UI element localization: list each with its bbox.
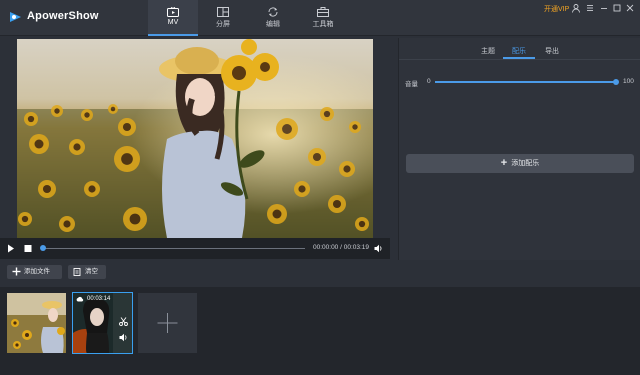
add-clip-slot[interactable]	[138, 293, 197, 353]
volume-slider[interactable]	[435, 81, 615, 83]
right-panel: 主题 配乐 导出 音量 0 100 + 添加配乐	[398, 38, 640, 260]
user-icon[interactable]	[571, 3, 581, 13]
clip-thumbnail-1[interactable]	[7, 293, 66, 353]
title-bar: ApowerShow MV 分屏 编辑 工具箱 开通VIP	[0, 0, 640, 36]
apowershow-logo-icon	[10, 12, 21, 22]
timeline-strip: 00:03:14	[0, 287, 640, 375]
clear-icon	[73, 268, 81, 276]
volume-label: 音量	[405, 81, 418, 88]
tab-edit-label: 编辑	[266, 21, 280, 28]
tab-split-screen-label: 分屏	[216, 21, 230, 28]
clear-button[interactable]: 清空	[68, 265, 106, 279]
plus-icon: +	[500, 157, 508, 169]
clear-label: 清空	[85, 268, 98, 275]
volume-icon[interactable]	[374, 244, 383, 253]
tab-edit[interactable]: 编辑	[248, 0, 298, 36]
sunflower-girl-image	[17, 39, 373, 238]
clip-volume-icon[interactable]	[119, 333, 128, 342]
tab-divider	[399, 59, 640, 60]
maximize-icon[interactable]	[612, 3, 622, 13]
split-screen-icon	[217, 7, 229, 17]
add-file-button[interactable]: 添加文件	[7, 265, 62, 279]
add-music-label: 添加配乐	[511, 160, 540, 167]
plus-icon	[12, 267, 21, 276]
tab-mv[interactable]: MV	[148, 0, 198, 36]
clip-duration: 00:03:14	[87, 296, 111, 302]
tab-mv-label: MV	[167, 19, 179, 26]
add-clip-plus-icon	[157, 313, 178, 333]
video-preview[interactable]	[17, 39, 373, 238]
player-controls: 00:00:00 / 00:03:19	[0, 238, 390, 259]
tab-theme[interactable]: 主题	[481, 46, 495, 56]
mv-icon	[167, 7, 179, 17]
minimize-icon[interactable]	[599, 3, 609, 13]
app-title: ApowerShow	[27, 10, 99, 22]
add-music-button[interactable]: + 添加配乐	[406, 154, 634, 173]
tab-split-screen[interactable]: 分屏	[198, 0, 248, 36]
volume-min: 0	[427, 78, 431, 85]
volume-max: 100	[623, 78, 634, 85]
clip-thumbnail-2[interactable]: 00:03:14	[72, 292, 133, 354]
vip-link[interactable]: 开通VIP	[544, 4, 569, 14]
scissors-icon[interactable]	[119, 317, 128, 326]
volume-thumb[interactable]	[613, 79, 619, 85]
edit-icon	[268, 7, 278, 17]
close-icon[interactable]	[625, 3, 635, 13]
playback-time: 00:00:00 / 00:03:19	[313, 244, 370, 251]
tab-export[interactable]: 导出	[545, 46, 559, 56]
play-icon[interactable]	[7, 244, 15, 253]
tab-toolbox[interactable]: 工具箱	[298, 0, 348, 36]
stop-icon[interactable]	[24, 244, 32, 253]
toolbox-icon	[317, 7, 329, 17]
add-file-label: 添加文件	[24, 268, 50, 275]
tab-toolbox-label: 工具箱	[312, 21, 334, 28]
seek-bar[interactable]	[42, 248, 305, 249]
tab-music[interactable]: 配乐	[512, 46, 526, 56]
seek-thumb[interactable]	[40, 245, 46, 251]
clip-1-image	[7, 293, 66, 353]
menu-icon[interactable]	[585, 3, 595, 13]
cloud-icon	[76, 296, 84, 302]
